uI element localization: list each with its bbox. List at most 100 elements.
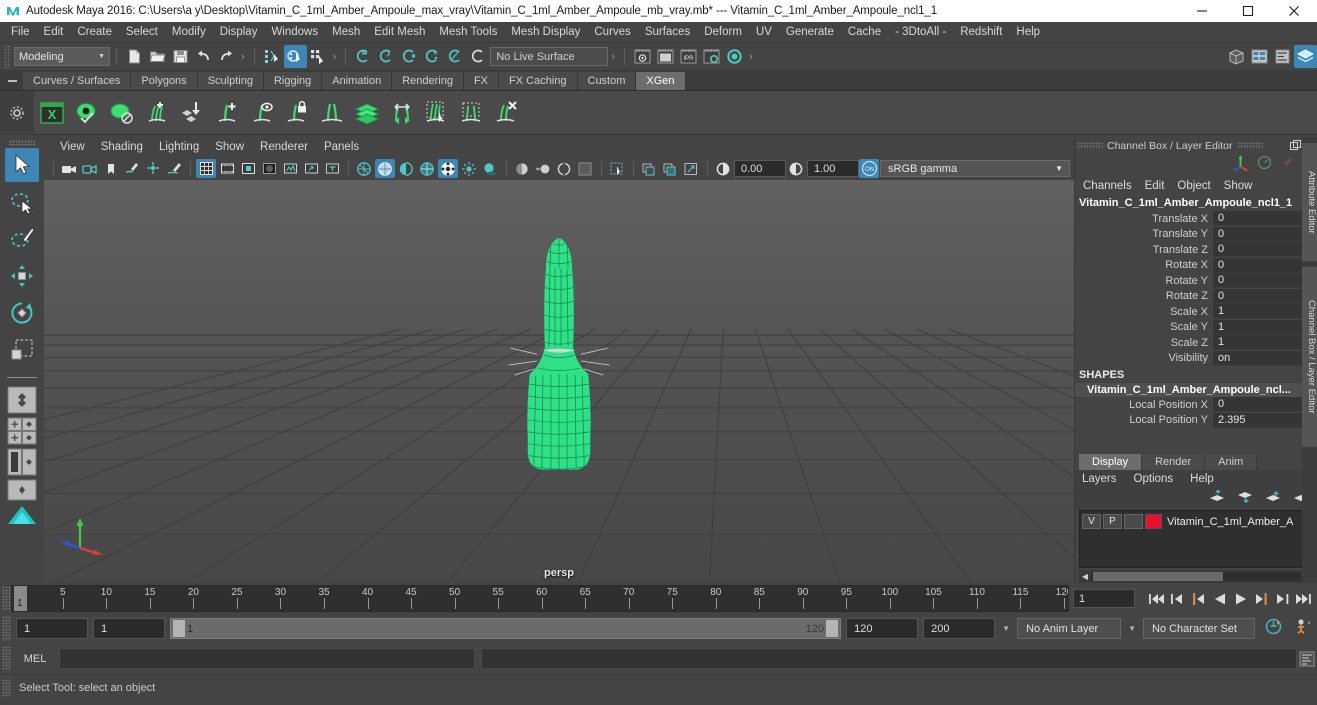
channel-value[interactable]: 0 <box>1213 242 1303 258</box>
toggle-attribute-editor-icon[interactable] <box>1248 45 1271 68</box>
xgen-import-collection-icon[interactable] <box>174 95 209 131</box>
live-surface-field[interactable]: No Live Surface <box>490 47 609 66</box>
panel-grip[interactable] <box>1236 142 1263 149</box>
scrollbar-track[interactable] <box>1091 572 1301 581</box>
animation-end-field[interactable]: 200 <box>923 618 996 639</box>
menu-edit[interactable]: Edit <box>37 24 71 40</box>
exposure-field[interactable]: 0.00 <box>734 160 786 177</box>
menu-uv[interactable]: UV <box>749 24 779 40</box>
layer-color-swatch[interactable] <box>1145 514 1162 529</box>
move-layer-up-icon[interactable] <box>1209 489 1225 508</box>
layer-row[interactable]: V P Vitamin_C_1ml_Amber_A <box>1082 513 1312 530</box>
range-slider-grip[interactable] <box>2 616 11 641</box>
xgen-add-guide-icon[interactable] <box>209 95 244 131</box>
command-language-label[interactable]: MEL <box>11 653 59 665</box>
current-time-indicator[interactable]: 1 <box>14 586 27 611</box>
menu-generate[interactable]: Generate <box>779 24 841 40</box>
channel-value[interactable]: 0 <box>1213 273 1303 289</box>
lasso-select-tool[interactable] <box>5 185 39 219</box>
new-layer-icon[interactable] <box>1265 490 1281 508</box>
shelf-menu-icon[interactable] <box>6 74 19 88</box>
xgen-mirror-guide-icon[interactable] <box>314 95 349 131</box>
animation-start-field[interactable]: 1 <box>16 618 88 639</box>
new-scene-icon[interactable] <box>123 45 146 68</box>
command-input[interactable] <box>59 648 475 669</box>
hypershade-icon[interactable] <box>723 45 746 68</box>
persp-viewport[interactable]: persp <box>44 180 1074 583</box>
toggle-channel-box-icon[interactable] <box>1271 45 1294 68</box>
collapse-group-icon[interactable]: › <box>746 51 756 63</box>
channel-value[interactable]: 0 <box>1213 211 1303 227</box>
safe-action-icon[interactable] <box>301 159 321 178</box>
time-slider-track[interactable]: 1 5 10 15 20 25 30 35 40 45 50 55 60 65 70 75 80 85 90 95 1… <box>11 585 1069 612</box>
shelf-options-icon[interactable] <box>0 90 34 135</box>
menu-set-selector[interactable]: Modeling ▼ <box>14 47 110 66</box>
xgen-region-mask-icon[interactable] <box>454 95 489 131</box>
xgen-disable-preview-icon[interactable] <box>104 95 139 131</box>
multisample-icon[interactable] <box>554 159 574 178</box>
shelf-tab-custom[interactable]: Custom <box>577 72 637 90</box>
menu-create[interactable]: Create <box>70 24 119 40</box>
time-slider-grip[interactable] <box>2 586 11 611</box>
grease-pencil-icon[interactable] <box>164 159 184 178</box>
speed-icon[interactable] <box>1257 155 1272 175</box>
toggle-sidebar-icon[interactable] <box>1294 45 1317 68</box>
play-backwards-icon[interactable] <box>1210 589 1229 609</box>
shade-selected-icon[interactable] <box>396 159 416 178</box>
menu-mesh-tools[interactable]: Mesh Tools <box>432 24 504 40</box>
shadows-toggle-icon[interactable] <box>480 159 500 178</box>
channel-value[interactable]: 0 <box>1213 288 1303 304</box>
four-pane-layout[interactable] <box>6 417 38 445</box>
channel-value[interactable]: 2.395 <box>1213 412 1303 428</box>
shelf-tab-xgen[interactable]: XGen <box>636 72 686 90</box>
menu-cache[interactable]: Cache <box>841 24 888 40</box>
shelf-tab-animation[interactable]: Animation <box>322 72 393 90</box>
select-component-icon[interactable] <box>307 45 330 68</box>
gamma-icon[interactable] <box>786 159 806 178</box>
menu-file[interactable]: File <box>4 24 37 40</box>
channel-row[interactable]: Translate Y 0 <box>1075 226 1317 243</box>
xgen-preview-icon[interactable] <box>69 95 104 131</box>
channel-row[interactable]: Local Position Y 2.395 <box>1075 412 1317 429</box>
chevron-down-icon[interactable]: ▼ <box>1000 624 1012 633</box>
collapse-group-icon[interactable]: › <box>330 51 340 63</box>
make-live-icon[interactable] <box>467 45 490 68</box>
toggle-tool-settings-icon[interactable] <box>1225 45 1248 68</box>
channel-row[interactable]: Local Position X 0 <box>1075 397 1317 413</box>
xgen-groom-layers-icon[interactable] <box>349 95 384 131</box>
xgen-add-description-icon[interactable] <box>139 95 174 131</box>
select-camera-icon[interactable] <box>59 159 79 178</box>
layer-tab-render[interactable]: Render <box>1142 454 1206 470</box>
undock-icon[interactable] <box>1289 139 1302 152</box>
menu-mesh[interactable]: Mesh <box>325 24 367 40</box>
menu-redshift[interactable]: Redshift <box>953 24 1009 40</box>
layer-visibility-toggle[interactable]: V <box>1082 514 1101 529</box>
manipulator-icon[interactable] <box>1232 154 1249 176</box>
save-scene-icon[interactable] <box>169 45 192 68</box>
snap-grid-icon[interactable] <box>352 45 375 68</box>
toolbox-grip[interactable] <box>9 140 35 146</box>
range-start-field[interactable]: 1 <box>93 618 165 639</box>
channel-value[interactable]: 0 <box>1213 257 1303 273</box>
viewport-menu-lighting[interactable]: Lighting <box>151 139 207 155</box>
camera-attributes-icon[interactable] <box>80 159 100 178</box>
paint-select-tool[interactable] <box>5 222 39 256</box>
layer-playback-toggle[interactable]: P <box>1103 514 1122 529</box>
menu-curves[interactable]: Curves <box>587 24 637 40</box>
chevron-down-icon[interactable]: ▼ <box>1126 624 1138 633</box>
render-current-frame-icon[interactable] <box>654 45 677 68</box>
shelf-tab-sculpting[interactable]: Sculpting <box>197 72 264 90</box>
layer-tab-anim[interactable]: Anim <box>1205 454 1258 470</box>
layer-name[interactable]: Vitamin_C_1ml_Amber_A <box>1167 516 1293 528</box>
film-origin-icon[interactable] <box>280 159 300 178</box>
scroll-left-icon[interactable]: ◀ <box>1079 572 1091 581</box>
layer-list[interactable]: V P Vitamin_C_1ml_Amber_A <box>1079 510 1313 568</box>
ipr-render-icon[interactable]: IPR <box>677 45 700 68</box>
statusline-grip[interactable] <box>4 45 11 68</box>
shelf-tab-rigging[interactable]: Rigging <box>263 72 323 90</box>
panel-grip[interactable] <box>1077 142 1103 149</box>
script-editor-icon[interactable] <box>1297 649 1317 669</box>
channel-row[interactable]: Visibility on <box>1075 350 1317 367</box>
current-frame-field[interactable]: 1 <box>1073 589 1135 608</box>
shelf-tab-fx[interactable]: FX <box>463 72 500 90</box>
